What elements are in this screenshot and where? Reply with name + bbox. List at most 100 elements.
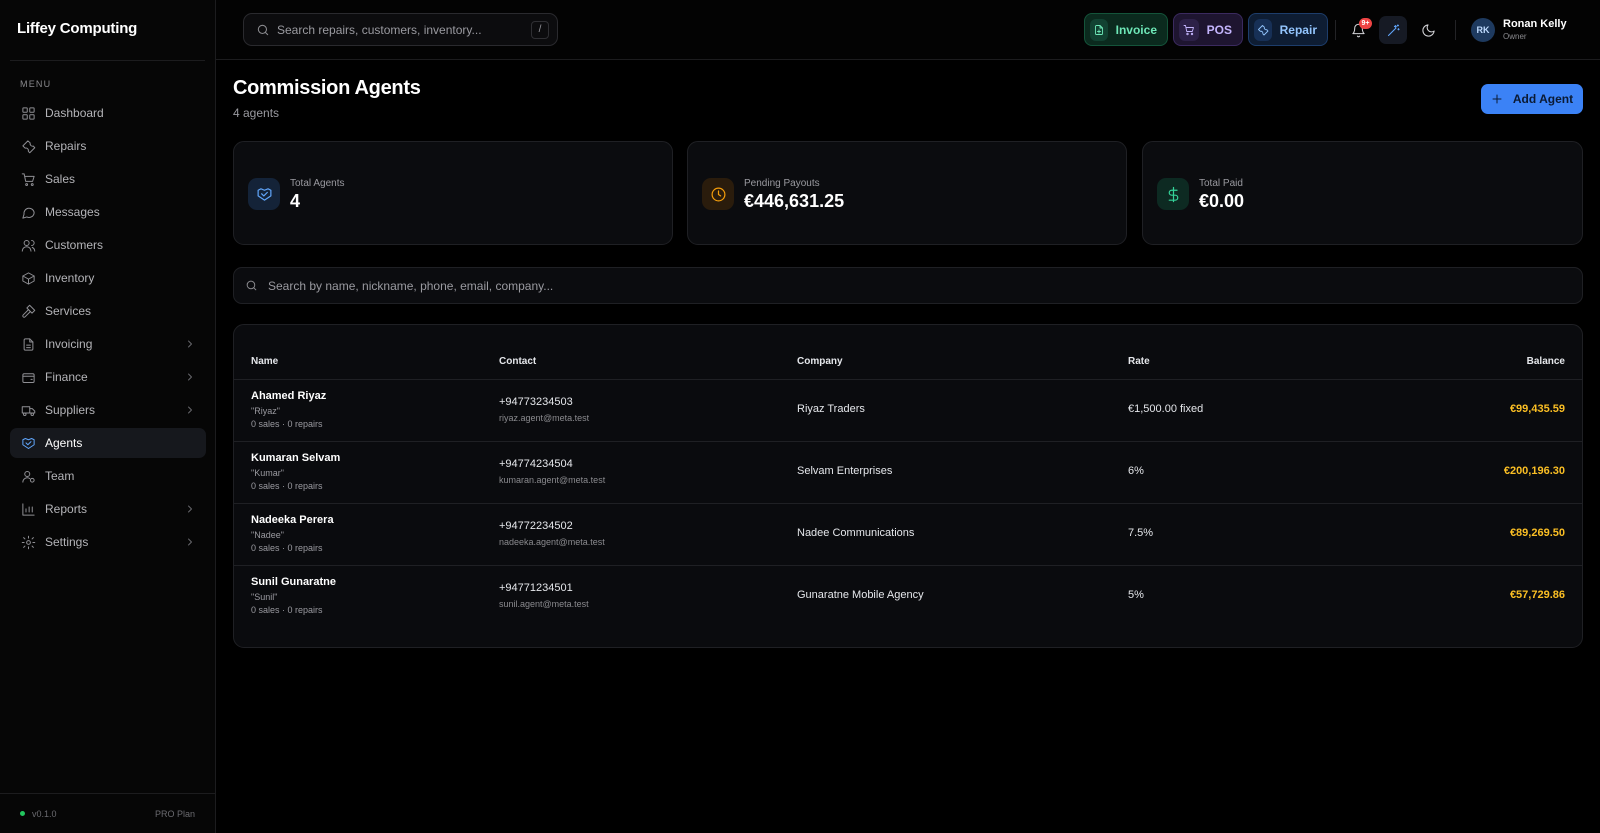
clock-icon: [711, 187, 725, 201]
menu-label: MENU: [20, 79, 52, 89]
pos-button[interactable]: POS: [1173, 13, 1243, 46]
table-row[interactable]: Ahamed Riyaz "Riyaz" 0 sales · 0 repairs +9…: [234, 380, 1582, 442]
chevron-right-icon: [184, 338, 196, 350]
sidebar-item-inventory[interactable]: Inventory: [10, 263, 206, 293]
sidebar-item-customers[interactable]: Customers: [10, 230, 206, 260]
ai-assistant-button[interactable]: [1379, 16, 1407, 44]
plus-icon: [1492, 94, 1502, 104]
agent-name[interactable]: Kumaran Selvam: [251, 452, 340, 464]
agent-phone: +94773234503: [499, 396, 573, 408]
agent-nickname: "Riyaz": [251, 406, 280, 416]
agent-company: Riyaz Traders: [797, 403, 865, 415]
agent-phone: +94774234504: [499, 458, 573, 470]
page-title: Commission Agents: [233, 77, 421, 99]
stat-value: €0.00: [1199, 191, 1245, 211]
search-placeholder: Search repairs, customers, inventory...: [277, 22, 482, 37]
sidebar-item-agents[interactable]: Agents: [10, 428, 206, 458]
user-name[interactable]: Ronan Kelly: [1503, 18, 1567, 30]
sidebar-item-sales[interactable]: Sales: [10, 164, 206, 194]
search-icon: [257, 24, 269, 35]
notification-badge: 9+: [1359, 18, 1372, 29]
agent-balance: €200,196.30: [1503, 465, 1565, 477]
chevron-right-icon: [184, 404, 196, 416]
wallet-icon: [20, 369, 36, 385]
column-header-name: Name: [251, 356, 279, 367]
handshake-icon: [20, 435, 36, 451]
add-agent-button[interactable]: Add Agent: [1481, 84, 1583, 114]
sidebar-item-services[interactable]: Services: [10, 296, 206, 326]
sidebar-item-reports[interactable]: Reports: [10, 494, 206, 524]
topbar: Search repairs, customers, inventory... …: [216, 0, 1600, 60]
stat-value: 4: [290, 191, 301, 211]
agent-nickname: "Sunil": [251, 592, 278, 602]
search-shortcut-key: /: [531, 20, 549, 39]
stat-label: Total Paid: [1199, 178, 1243, 189]
agent-search-placeholder: Search by name, nickname, phone, email, …: [268, 278, 554, 293]
sidebar-item-suppliers[interactable]: Suppliers: [10, 395, 206, 425]
agent-activity: 0 sales · 0 repairs: [251, 481, 323, 491]
agent-activity: 0 sales · 0 repairs: [251, 605, 323, 615]
hammer-icon: [20, 303, 36, 319]
stat-card-total-agents: Total Agents 4: [233, 141, 673, 245]
handshake-icon: [257, 187, 271, 201]
agent-email: sunil.agent@meta.test: [499, 599, 589, 609]
plan-label: PRO Plan: [154, 808, 195, 819]
agent-balance: €99,435.59: [1509, 403, 1565, 415]
sidebar-item-label: Sales: [45, 172, 76, 186]
agent-rate: 5%: [1128, 589, 1144, 601]
repair-button[interactable]: Repair: [1248, 13, 1328, 46]
table-row[interactable]: Kumaran Selvam "Kumar" 0 sales · 0 repairs…: [234, 442, 1582, 504]
gear-icon: [20, 534, 36, 550]
cart-icon: [1183, 24, 1194, 35]
sidebar-item-team[interactable]: Team: [10, 461, 206, 491]
agent-activity: 0 sales · 0 repairs: [251, 419, 323, 429]
global-search-input[interactable]: Search repairs, customers, inventory... …: [243, 13, 558, 46]
sidebar-item-dashboard[interactable]: Dashboard: [10, 98, 206, 128]
sidebar-item-settings[interactable]: Settings: [10, 527, 206, 557]
sidebar-item-finance[interactable]: Finance: [10, 362, 206, 392]
invoice-button[interactable]: Invoice: [1084, 13, 1168, 46]
avatar[interactable]: RK: [1471, 18, 1495, 42]
agent-phone: +94772234502: [499, 520, 573, 532]
truck-icon: [20, 402, 36, 418]
sidebar-item-label: Suppliers: [45, 403, 96, 417]
page-subtitle: 4 agents: [233, 106, 280, 120]
agent-nickname: "Nadee": [251, 530, 284, 540]
agent-rate: 7.5%: [1128, 527, 1154, 539]
notifications-button[interactable]: 9+: [1344, 16, 1372, 44]
stat-value: €446,631.25: [744, 191, 845, 211]
brand-name[interactable]: Liffey Computing: [17, 20, 137, 37]
agent-nickname: "Kumar": [251, 468, 284, 478]
agent-search-input[interactable]: Search by name, nickname, phone, email, …: [233, 267, 1583, 304]
agent-rate: €1,500.00 fixed: [1128, 403, 1204, 415]
table-row[interactable]: Sunil Gunaratne "Sunil" 0 sales · 0 repair…: [234, 566, 1582, 628]
cart-icon: [20, 171, 36, 187]
chevron-right-icon: [184, 536, 196, 548]
column-header-company: Company: [797, 356, 843, 367]
agent-name[interactable]: Sunil Gunaratne: [251, 576, 336, 588]
sidebar-divider: [10, 60, 205, 61]
document-icon: [20, 336, 36, 352]
table-row[interactable]: Nadeeka Perera "Nadee" 0 sales · 0 repairs…: [234, 504, 1582, 566]
theme-toggle-button[interactable]: [1414, 16, 1442, 44]
magic-wand-icon: [1387, 23, 1400, 36]
agent-activity: 0 sales · 0 repairs: [251, 543, 323, 553]
agent-phone: +94771234501: [499, 582, 573, 594]
agent-email: kumaran.agent@meta.test: [499, 475, 606, 485]
repair-button-label: Repair: [1279, 22, 1317, 37]
sidebar-item-repairs[interactable]: Repairs: [10, 131, 206, 161]
sidebar-item-label: Settings: [45, 535, 89, 549]
sidebar-item-messages[interactable]: Messages: [10, 197, 206, 227]
sidebar-item-label: Team: [45, 469, 75, 483]
version-label: v0.1.0: [32, 808, 57, 819]
topbar-separator: [1455, 20, 1456, 40]
agent-name[interactable]: Ahamed Riyaz: [251, 390, 326, 402]
sidebar-item-label: Messages: [45, 205, 100, 219]
agent-name[interactable]: Nadeeka Perera: [251, 514, 334, 526]
sidebar: Liffey Computing MENU Dashboard Repairs Sa…: [0, 0, 216, 833]
stat-label: Pending Payouts: [744, 178, 820, 189]
sidebar-footer: v0.1.0 PRO Plan: [0, 793, 215, 833]
file-plus-icon: [1094, 24, 1103, 35]
sidebar-item-invoicing[interactable]: Invoicing: [10, 329, 206, 359]
column-header-contact: Contact: [499, 356, 537, 367]
